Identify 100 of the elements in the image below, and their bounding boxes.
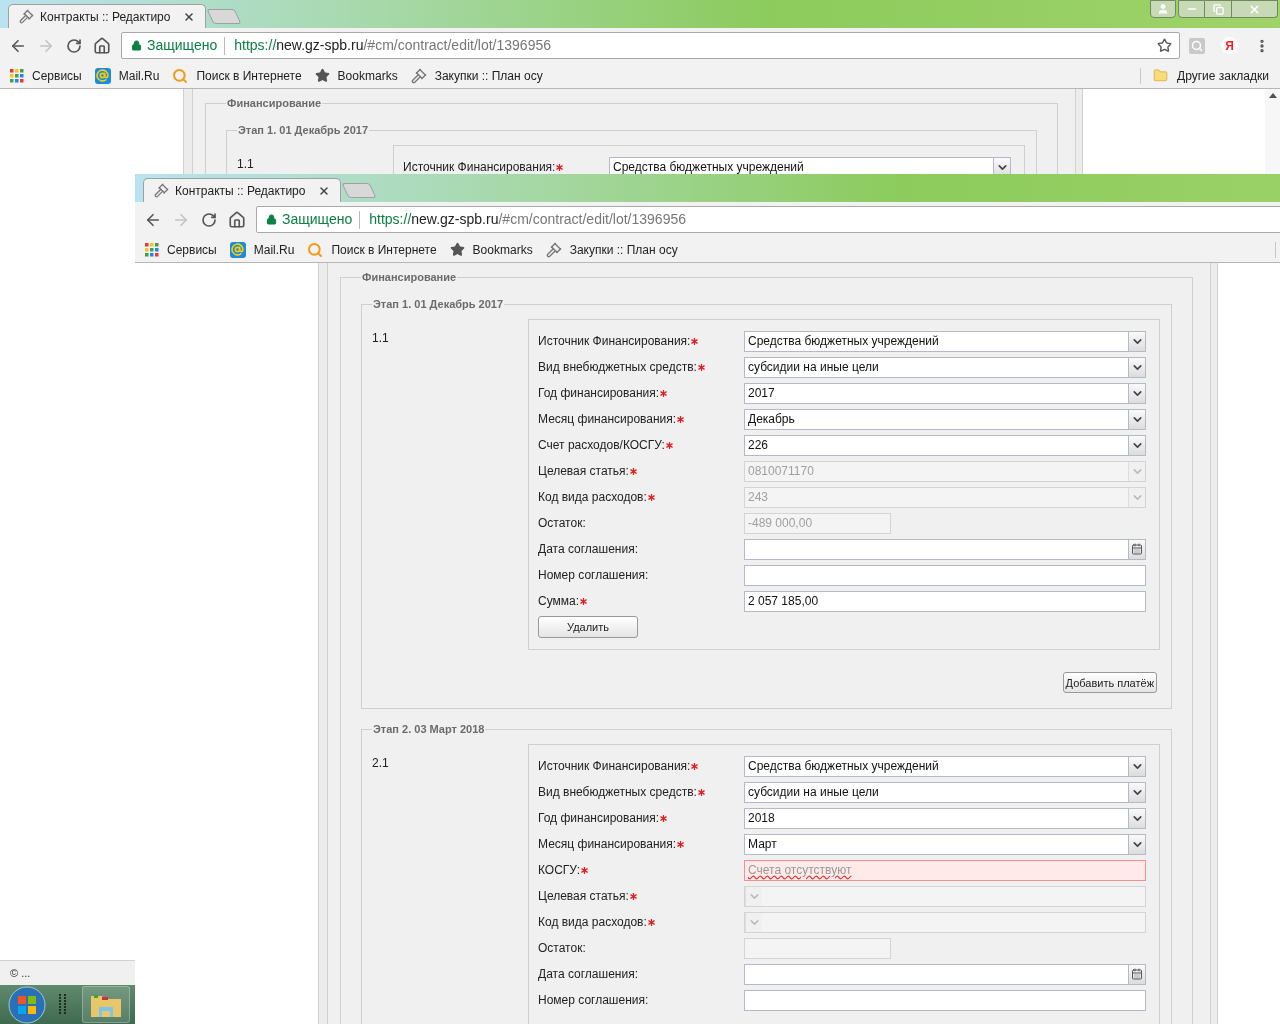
- bookmark-item[interactable]: Mail.Ru: [229, 240, 295, 259]
- select-field[interactable]: Средства бюджетных учреждений: [609, 156, 1011, 174]
- security-label: Защищено: [282, 210, 353, 229]
- bookmark-item[interactable]: Bookmarks: [449, 240, 533, 259]
- magnifier-icon: [172, 67, 189, 84]
- item-number: 1.1: [372, 331, 389, 345]
- at-sign-icon: [94, 67, 111, 84]
- address-bar[interactable]: Защищено https://new.gz-spb.ru/#cm/contract/edit/lot/1396956: [121, 32, 1180, 59]
- field-label: Сумма:: [538, 593, 580, 610]
- close-icon[interactable]: [318, 184, 330, 197]
- select-field[interactable]: Средства бюджетных учреждений: [744, 755, 1146, 777]
- select-field[interactable]: Средства бюджетных учреждений: [744, 330, 1146, 352]
- input-field[interactable]: [744, 989, 1146, 1011]
- field-label: Год финансирования:: [538, 810, 660, 828]
- section-legend: Финансирование: [226, 96, 323, 110]
- bookmark-item[interactable]: Mail.Ru: [94, 66, 160, 85]
- select-field[interactable]: 2017: [744, 382, 1146, 404]
- field-label: Вид внебюджетных средств:: [538, 359, 697, 376]
- delete-button[interactable]: Удалить: [538, 616, 638, 639]
- select-field[interactable]: субсидии на иные цели: [744, 356, 1146, 378]
- lock-icon: [131, 40, 142, 51]
- gavel-icon: [154, 183, 169, 198]
- field-label: Номер соглашения:: [538, 992, 649, 1010]
- yandex-button[interactable]: Я: [1221, 37, 1238, 54]
- bookmark-star-icon[interactable]: [1157, 38, 1172, 53]
- select-field[interactable]: 2018: [744, 807, 1146, 829]
- magnifier-icon: [307, 241, 324, 258]
- select-field[interactable]: субсидии на иные цели: [744, 781, 1146, 803]
- address-bar[interactable]: Защищено https://new.gz-spb.ru/#cm/contract/edit/lot/1396956: [256, 206, 1280, 233]
- field-label: Источник Финансирования:: [538, 333, 691, 350]
- field-label: Источник Финансирования:: [538, 758, 691, 776]
- minimize-button[interactable]: [1178, 0, 1205, 18]
- field-label: Месяц финансирования:: [538, 836, 677, 854]
- input-field[interactable]: 2 057 185,00: [744, 590, 1146, 612]
- stage-legend: Этап 1. 01 Декабрь 2017: [237, 123, 370, 137]
- gavel-icon: [19, 9, 34, 24]
- field-label: Год финансирования:: [538, 385, 660, 402]
- item-number: 2.1: [372, 756, 389, 771]
- field-label: Счет расходов/КОСГУ:: [538, 437, 665, 454]
- other-bookmarks[interactable]: Другие закладки: [1177, 66, 1269, 85]
- close-button[interactable]: [1232, 0, 1278, 18]
- field-label: Остаток:: [538, 515, 586, 532]
- star-icon: [449, 242, 465, 257]
- field-label: Источник Финансирования:: [403, 159, 556, 174]
- bookmark-item[interactable]: Закупки :: План осу: [545, 240, 678, 259]
- reload-icon[interactable]: [201, 211, 217, 228]
- url-text: https://new.gz-spb.ru/#cm/contract/edit/lot/1396956: [234, 36, 551, 55]
- user-icon: [1157, 3, 1169, 15]
- restore-icon: [1212, 3, 1224, 15]
- status-bubble: © ...: [0, 960, 135, 985]
- at-sign-icon: [229, 241, 246, 258]
- home-icon[interactable]: [228, 210, 246, 229]
- calendar-icon[interactable]: [1128, 539, 1145, 559]
- select-field[interactable]: Март: [744, 833, 1146, 855]
- field-label: Дата соглашения:: [538, 541, 638, 558]
- bookmark-item[interactable]: Поиск в Интернете: [172, 66, 302, 85]
- bookmark-item[interactable]: Сервисы: [10, 66, 82, 85]
- close-icon: [1248, 2, 1261, 16]
- field-label: Остаток:: [538, 940, 586, 958]
- field-label: Код вида расходов:: [538, 914, 647, 932]
- date-field[interactable]: [744, 538, 1146, 560]
- start-button-icon[interactable]: [7, 985, 47, 1024]
- apps-grid-icon: [145, 242, 159, 257]
- bookmark-item[interactable]: Bookmarks: [314, 66, 398, 85]
- browser-tab[interactable]: Контракты :: Редактиро: [8, 4, 206, 28]
- input-field[interactable]: [744, 564, 1146, 586]
- close-icon[interactable]: [183, 10, 195, 23]
- folder-icon: [1153, 68, 1168, 83]
- field-label: Код вида расходов:: [538, 489, 647, 506]
- file-explorer-button[interactable]: [82, 986, 130, 1023]
- gavel-icon: [545, 241, 562, 258]
- gavel-icon: [410, 67, 427, 84]
- restore-button[interactable]: [1205, 0, 1232, 18]
- user-button[interactable]: [1150, 0, 1176, 18]
- item-number: 1.1: [237, 157, 254, 171]
- reload-icon[interactable]: [66, 37, 82, 54]
- field-label: Месяц финансирования:: [538, 411, 677, 428]
- add-payment-button[interactable]: Добавить платёж: [1062, 672, 1157, 694]
- section-legend: Финансирование: [361, 270, 458, 284]
- select-field[interactable]: Декабрь: [744, 408, 1146, 430]
- calendar-icon[interactable]: [1128, 964, 1145, 984]
- lock-icon: [266, 214, 277, 225]
- home-icon[interactable]: [93, 36, 111, 55]
- select-field[interactable]: 226: [744, 434, 1146, 456]
- bookmark-item[interactable]: Закупки :: План осу: [410, 66, 543, 85]
- date-field[interactable]: [744, 963, 1146, 985]
- field-label: Номер соглашения:: [538, 567, 649, 584]
- apps-grid-icon: [10, 68, 24, 83]
- browser-tab[interactable]: Контракты :: Редактиро: [143, 178, 341, 202]
- stage-legend: Этап 1. 01 Декабрь 2017: [372, 297, 505, 311]
- field-label: Вид внебюджетных средств:: [538, 784, 697, 802]
- field-label: Целевая статья:: [538, 463, 629, 480]
- scroll-up-icon[interactable]: [1268, 93, 1277, 98]
- field-label: КОСГУ:: [538, 862, 581, 880]
- bookmark-item[interactable]: Сервисы: [145, 240, 217, 259]
- star-icon: [314, 68, 330, 83]
- field-label: Дата соглашения:: [538, 966, 638, 984]
- stage-legend: Этап 2. 03 Март 2018: [372, 722, 486, 737]
- field-label: Целевая статья:: [538, 888, 629, 906]
- bookmark-item[interactable]: Поиск в Интернете: [307, 240, 437, 259]
